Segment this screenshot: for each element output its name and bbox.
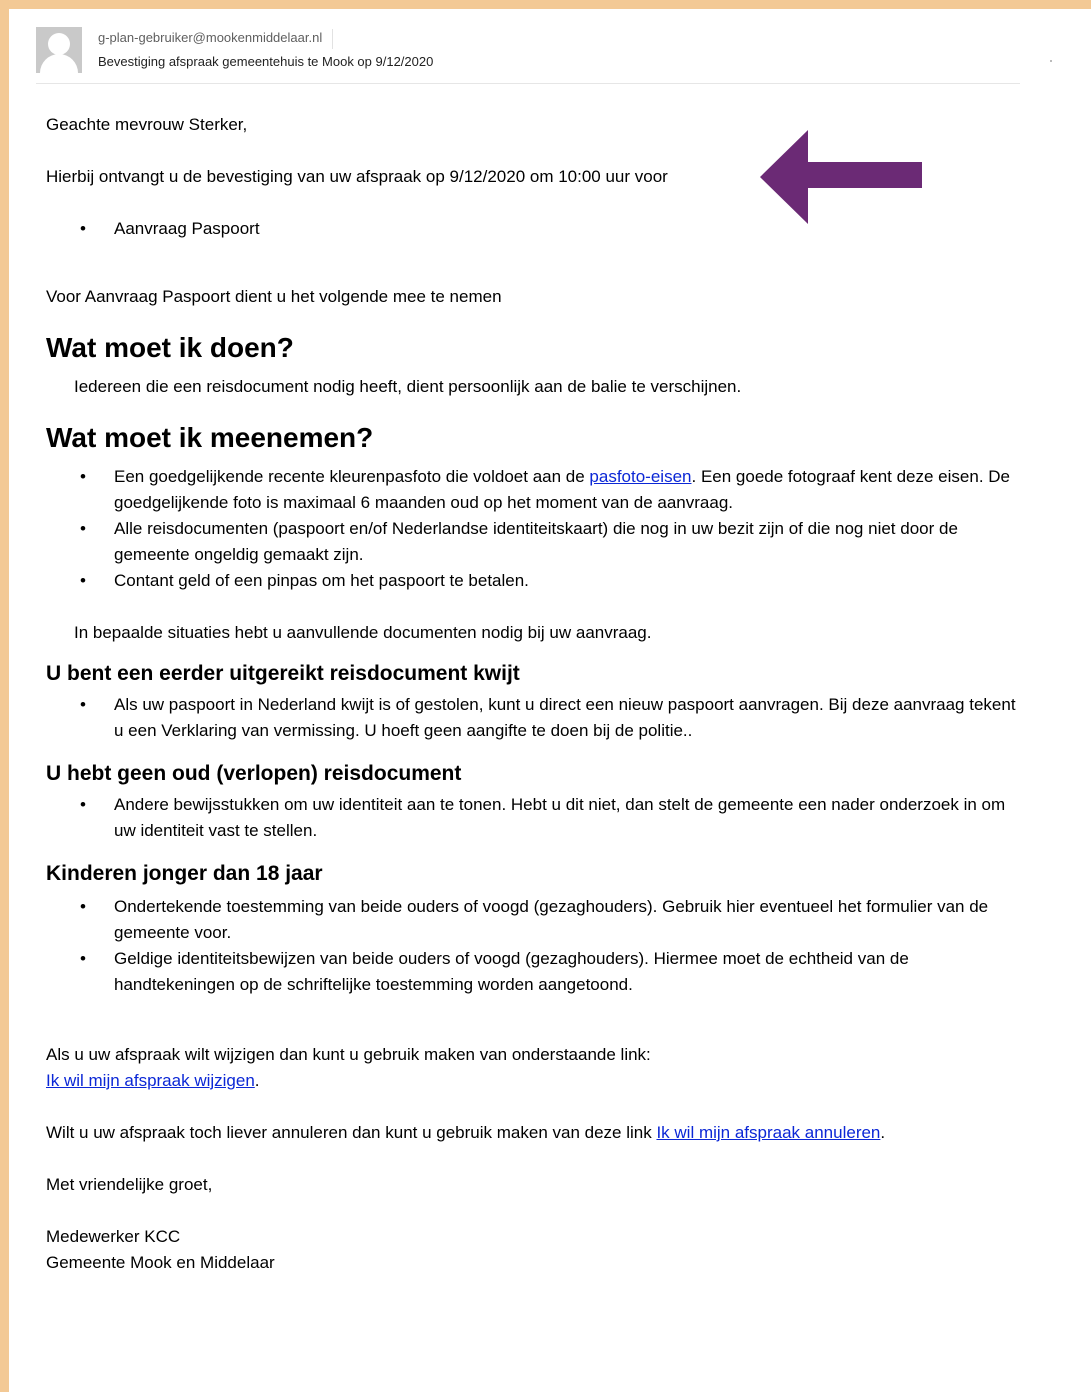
heading-what-to-bring: Wat moet ik meenemen? bbox=[46, 422, 374, 453]
no-old-list: Andere bewijsstukken om uw identiteit aa… bbox=[46, 792, 1026, 844]
window-frame-left bbox=[0, 0, 9, 1392]
change-link-line: Ik wil mijn afspraak wijzigen. bbox=[46, 1071, 260, 1090]
cancel-line: Wilt u uw afspraak toch liever annuleren… bbox=[46, 1123, 886, 1142]
children-list: Ondertekende toestemming van beide ouder… bbox=[46, 894, 1026, 998]
pasfoto-eisen-link[interactable]: pasfoto-eisen bbox=[589, 467, 691, 486]
what-to-do-text: Iedereen die een reisdocument nodig heef… bbox=[74, 377, 742, 396]
sender-address[interactable]: g-plan-gebruiker@mookenmiddelaar.nl bbox=[98, 30, 322, 45]
avatar-body bbox=[40, 54, 78, 73]
bring-list: Een goedgelijkende recente kleurenpasfot… bbox=[46, 464, 1026, 594]
list-item: Ondertekende toestemming van beide ouder… bbox=[46, 894, 1026, 946]
window-frame-top bbox=[0, 0, 1091, 9]
list-item: Alle reisdocumenten (paspoort en/of Nede… bbox=[46, 516, 1026, 568]
bring-item-1-text: Een goedgelijkende recente kleurenpasfot… bbox=[114, 467, 590, 486]
avatar-head bbox=[48, 33, 70, 55]
bring-intro: Voor Aanvraag Paspoort dient u het volge… bbox=[46, 287, 502, 306]
list-item: Contant geld of een pinpas om het paspoo… bbox=[46, 568, 1026, 594]
signature-name: Medewerker KCC bbox=[46, 1227, 181, 1246]
arrow-left-icon bbox=[760, 130, 922, 224]
heading-children: Kinderen jonger dan 18 jaar bbox=[46, 862, 323, 885]
heading-no-old: U hebt geen oud (verlopen) reisdocument bbox=[46, 762, 462, 785]
cancel-text: Wilt u uw afspraak toch liever annuleren… bbox=[46, 1123, 657, 1142]
header-marker bbox=[1050, 60, 1052, 62]
header-divider bbox=[332, 29, 333, 49]
arrow-shape bbox=[760, 130, 922, 224]
list-item: Als uw paspoort in Nederland kwijt is of… bbox=[46, 692, 1026, 744]
signature-org: Gemeente Mook en Middelaar bbox=[46, 1253, 275, 1272]
list-item: Andere bewijsstukken om uw identiteit aa… bbox=[46, 792, 1026, 844]
closing: Met vriendelijke groet, bbox=[46, 1175, 213, 1194]
avatar-icon[interactable] bbox=[36, 27, 82, 73]
additional-docs-note: In bepaalde situaties hebt u aanvullende… bbox=[74, 623, 652, 642]
heading-lost: U bent een eerder uitgereikt reisdocumen… bbox=[46, 662, 520, 685]
email-subject: Bevestiging afspraak gemeentehuis te Moo… bbox=[98, 54, 434, 69]
list-item: Een goedgelijkende recente kleurenpasfot… bbox=[46, 464, 1026, 516]
lost-list: Als uw paspoort in Nederland kwijt is of… bbox=[46, 692, 1026, 744]
email-header: g-plan-gebruiker@mookenmiddelaar.nl Beve… bbox=[36, 27, 1052, 84]
cancel-appointment-link[interactable]: Ik wil mijn afspraak annuleren bbox=[656, 1123, 880, 1142]
change-appointment-link[interactable]: Ik wil mijn afspraak wijzigen bbox=[46, 1071, 255, 1090]
email-body: Geachte mevrouw Sterker, Hierbij ontvang… bbox=[46, 112, 1026, 1276]
list-item: Geldige identiteitsbewijzen van beide ou… bbox=[46, 946, 1026, 998]
heading-what-to-do: Wat moet ik doen? bbox=[46, 332, 294, 363]
change-text: Als u uw afspraak wilt wijzigen dan kunt… bbox=[46, 1045, 651, 1064]
